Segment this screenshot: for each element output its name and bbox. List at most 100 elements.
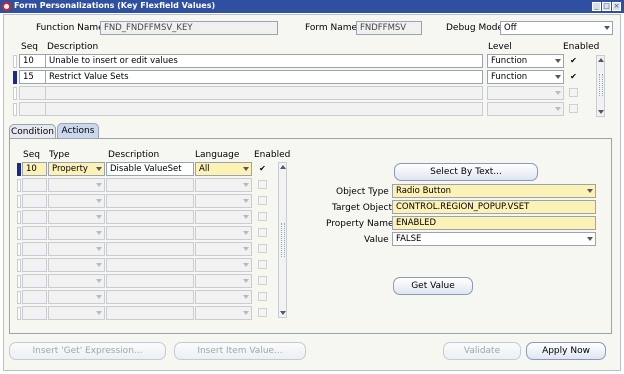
action-type-select[interactable] [48, 242, 105, 256]
action-type-select[interactable] [48, 306, 105, 320]
action-enabled-checkbox[interactable] [258, 260, 267, 269]
action-seq[interactable] [22, 210, 47, 224]
tab-condition[interactable]: Condition [9, 124, 56, 139]
minimize-icon[interactable]: _ [592, 2, 601, 11]
row-selector[interactable] [17, 227, 21, 240]
insert-get-expression-button[interactable]: Insert 'Get' Expression... [9, 342, 166, 360]
action-type-select[interactable] [48, 290, 105, 304]
rule-enabled-checkbox[interactable] [569, 88, 578, 97]
action-seq[interactable] [22, 306, 47, 320]
action-type-select[interactable] [48, 210, 105, 224]
action-type-select[interactable] [48, 178, 105, 192]
insert-item-value-button[interactable]: Insert Item Value... [174, 342, 306, 360]
action-language-select[interactable] [195, 226, 252, 240]
action-seq[interactable] [22, 178, 47, 192]
action-description[interactable] [106, 242, 194, 256]
action-type-select[interactable] [48, 226, 105, 240]
debug-mode-select[interactable]: Off [500, 21, 613, 35]
action-language-select[interactable] [195, 258, 252, 272]
rule-enabled-checkbox[interactable]: ✔ [569, 72, 578, 81]
action-enabled-checkbox[interactable]: ✔ [258, 164, 267, 173]
action-description[interactable] [106, 194, 194, 208]
action-seq[interactable] [22, 194, 47, 208]
rule-seq[interactable]: 15 [19, 70, 46, 84]
action-description[interactable] [106, 306, 194, 320]
scroll-up-icon[interactable] [280, 165, 286, 169]
row-selector[interactable] [17, 291, 21, 304]
action-language-select[interactable] [195, 242, 252, 256]
rule-level-select[interactable]: Function [487, 70, 564, 84]
action-description[interactable] [106, 258, 194, 272]
action-language-select[interactable] [195, 290, 252, 304]
row-selector[interactable] [17, 259, 21, 272]
action-description[interactable]: Disable ValueSet [106, 162, 194, 176]
action-language-select[interactable] [195, 306, 252, 320]
action-enabled-checkbox[interactable] [258, 228, 267, 237]
rule-description[interactable] [45, 86, 483, 100]
action-description[interactable] [106, 290, 194, 304]
action-enabled-checkbox[interactable] [258, 180, 267, 189]
close-icon[interactable]: × [612, 2, 621, 11]
action-language-select[interactable] [195, 194, 252, 208]
rule-description[interactable]: Unable to insert or edit values [45, 54, 483, 68]
form-name-field[interactable]: FNDFFMSV [356, 21, 422, 35]
action-type-select[interactable] [48, 194, 105, 208]
scroll-grip[interactable] [281, 223, 285, 257]
action-type-select[interactable]: Property [48, 162, 105, 176]
action-seq[interactable] [22, 226, 47, 240]
action-language-select[interactable] [195, 178, 252, 192]
rule-seq[interactable] [19, 86, 46, 100]
current-row-indicator[interactable] [17, 163, 21, 176]
property-name-field[interactable]: ENABLED [392, 216, 596, 230]
rule-description[interactable]: Restrict Value Sets [45, 70, 483, 84]
scroll-up-icon[interactable] [598, 58, 604, 62]
action-language-select[interactable] [195, 210, 252, 224]
rules-scrollbar[interactable] [596, 55, 605, 117]
rule-level-select[interactable]: Function [487, 54, 564, 68]
row-selector[interactable] [17, 243, 21, 256]
action-enabled-checkbox[interactable] [258, 212, 267, 221]
row-selector[interactable] [17, 211, 21, 224]
tab-actions[interactable]: Actions [57, 123, 99, 139]
scroll-down-icon[interactable] [280, 311, 286, 315]
function-name-field[interactable]: FND_FNDFFMSV_KEY [100, 21, 278, 35]
action-type-select[interactable] [48, 274, 105, 288]
action-enabled-checkbox[interactable] [258, 244, 267, 253]
apply-now-button[interactable]: Apply Now [526, 342, 606, 360]
rule-description[interactable] [45, 102, 483, 116]
rule-level-select[interactable] [487, 86, 564, 100]
row-selector[interactable] [17, 307, 21, 320]
rule-seq[interactable]: 10 [19, 54, 46, 68]
object-type-select[interactable]: Radio Button [392, 184, 596, 198]
row-selector[interactable] [17, 179, 21, 192]
get-value-button[interactable]: Get Value [393, 277, 473, 295]
rule-level-select[interactable] [487, 102, 564, 116]
validate-button[interactable]: Validate [443, 342, 521, 360]
action-seq[interactable] [22, 242, 47, 256]
action-language-select[interactable] [195, 274, 252, 288]
row-selector[interactable] [17, 195, 21, 208]
rule-seq[interactable] [19, 102, 46, 116]
action-seq[interactable] [22, 274, 47, 288]
action-enabled-checkbox[interactable] [258, 292, 267, 301]
row-selector[interactable] [17, 275, 21, 288]
row-selector[interactable] [13, 87, 17, 100]
maximize-icon[interactable]: □ [602, 2, 611, 11]
action-description[interactable] [106, 226, 194, 240]
action-enabled-checkbox[interactable] [258, 308, 267, 317]
action-language-select[interactable]: All [195, 162, 252, 176]
target-object-field[interactable]: CONTROL.REGION_POPUP.VSET [392, 200, 596, 214]
row-selector[interactable] [13, 103, 17, 116]
action-seq[interactable] [22, 258, 47, 272]
action-enabled-checkbox[interactable] [258, 196, 267, 205]
current-row-indicator[interactable] [13, 71, 17, 84]
rule-enabled-checkbox[interactable]: ✔ [569, 56, 578, 65]
scroll-grip[interactable] [599, 74, 603, 96]
action-description[interactable] [106, 210, 194, 224]
scroll-down-icon[interactable] [598, 110, 604, 114]
action-enabled-checkbox[interactable] [258, 276, 267, 285]
value-select[interactable]: FALSE [392, 232, 596, 246]
action-description[interactable] [106, 178, 194, 192]
action-seq[interactable] [22, 290, 47, 304]
action-description[interactable] [106, 274, 194, 288]
